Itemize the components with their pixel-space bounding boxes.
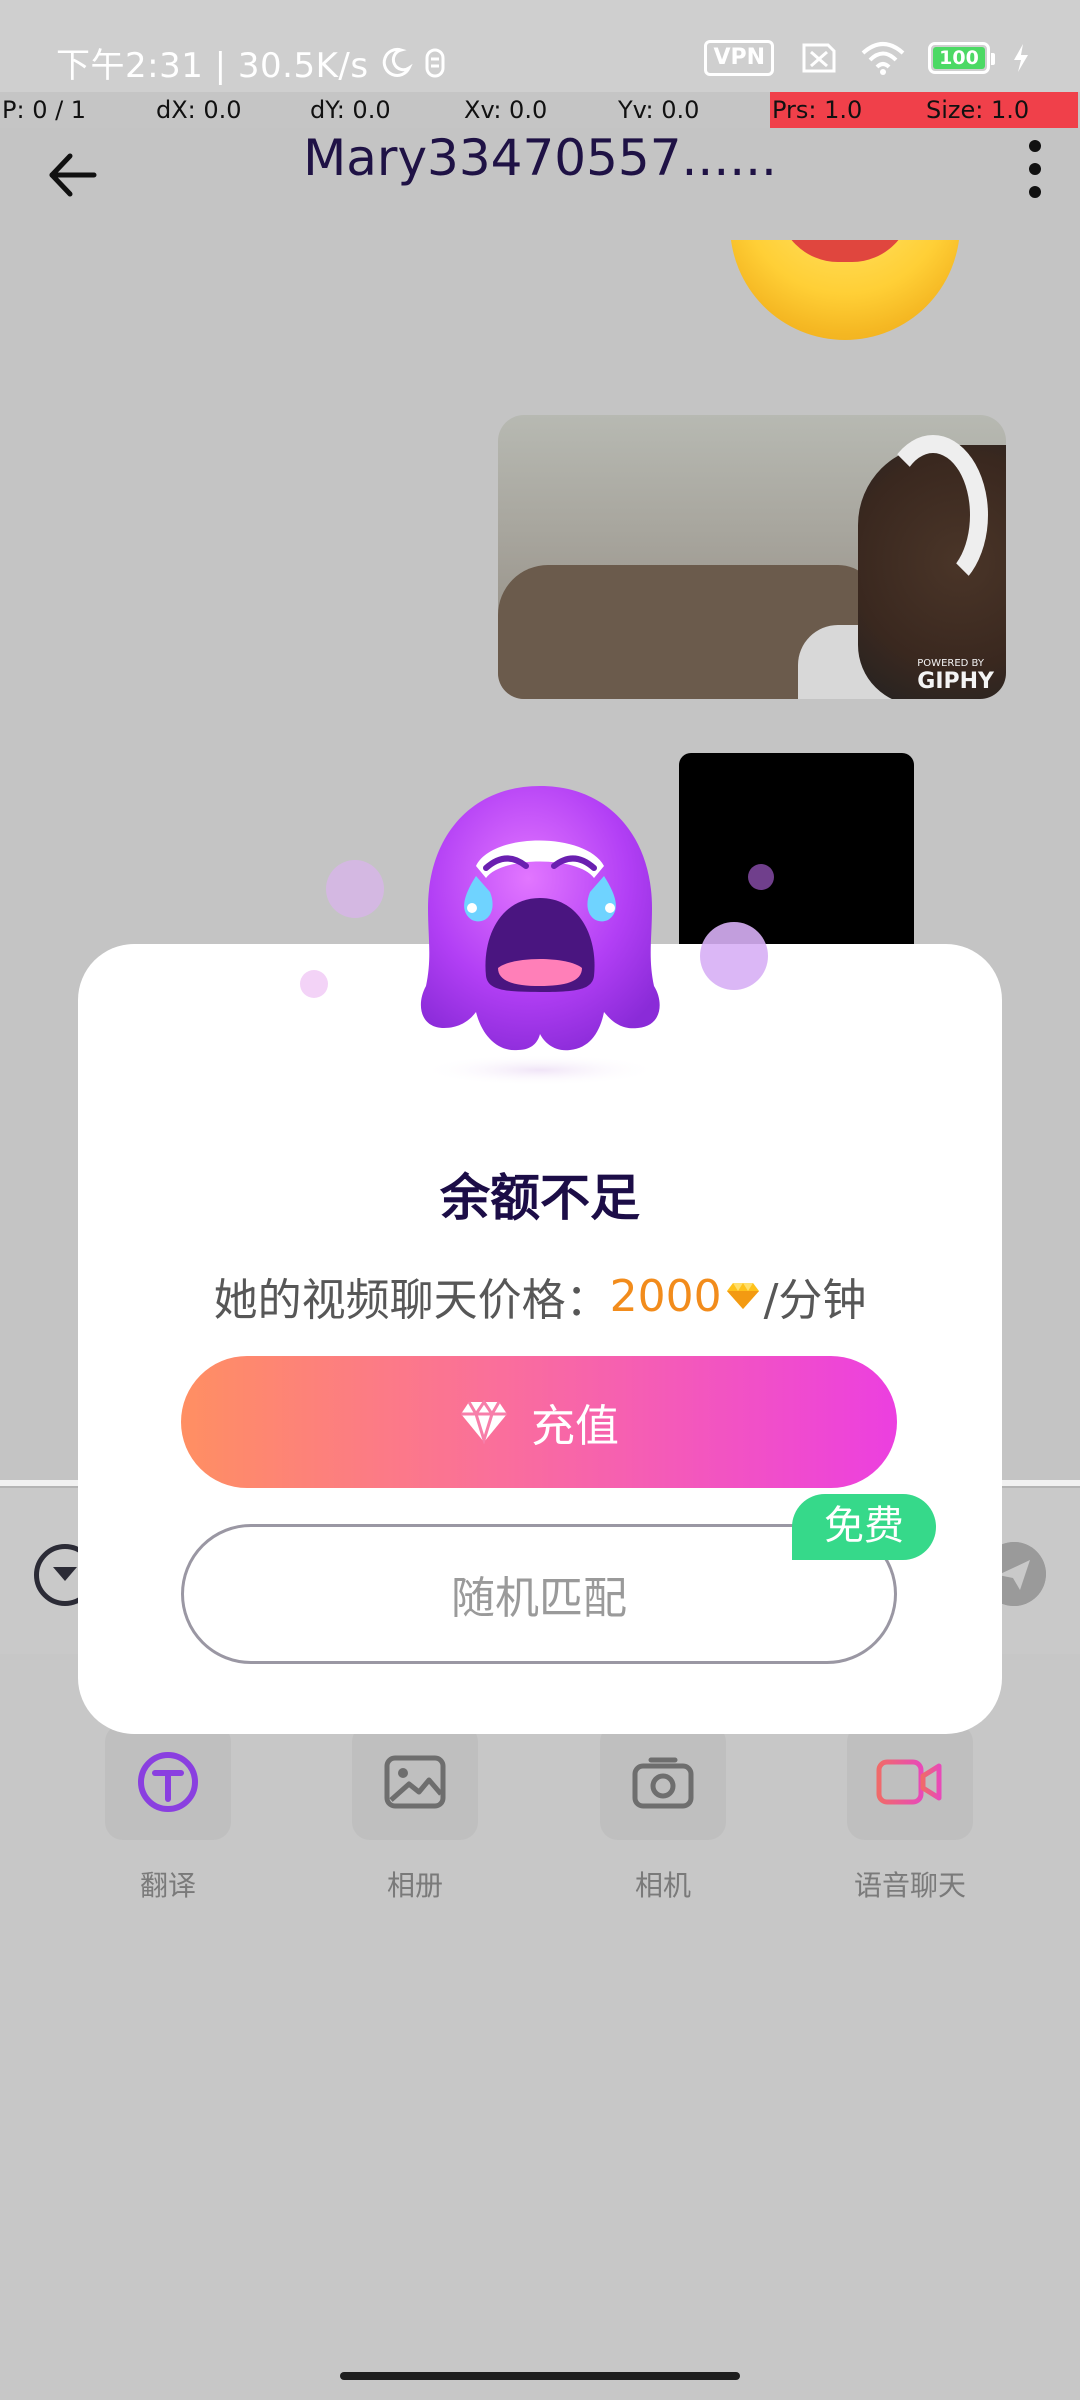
emoji-sticker-message[interactable] (730, 240, 960, 340)
status-bar: 下午2:31 | 30.5K/s VPN 100 (0, 0, 1080, 92)
decor-bubble (300, 970, 328, 998)
debug-pointer-count: P: 0 / 1 (2, 96, 87, 124)
video-chat-button[interactable] (847, 1724, 973, 1840)
pointer-debug-bar: P: 0 / 1 dX: 0.0 dY: 0.0 Xv: 0.0 Yv: 0.0… (0, 92, 1080, 128)
camera-icon (632, 1757, 694, 1809)
toolbar-translate[interactable]: 翻译 (68, 1724, 268, 1904)
free-badge: 免费 (792, 1494, 936, 1560)
more-options-icon[interactable] (1020, 134, 1050, 204)
toolbar-label-video-chat: 语音聊天 (853, 1869, 966, 1902)
recharge-button[interactable]: 充值 (181, 1356, 897, 1488)
chat-toolbar: 翻译 相册 相机 语音聊天 (0, 1654, 1080, 2400)
status-right: VPN 100 (704, 40, 1030, 76)
crying-ghost-mascot (420, 786, 660, 1086)
gif-headphone (878, 435, 988, 595)
no-sim-icon (802, 43, 836, 73)
gallery-button[interactable] (352, 1724, 478, 1840)
wifi-icon (861, 42, 905, 75)
battery-icon: 100 (928, 42, 995, 74)
video-chat-price: 她的视频聊天价格： 2000 /分钟 (78, 1264, 1002, 1328)
debug-dx: dX: 0.0 (156, 96, 242, 124)
price-value: 2000 (609, 1270, 722, 1322)
recharge-label: 充值 (531, 1401, 619, 1452)
moon-icon (382, 47, 413, 77)
debug-pressure: Prs: 1.0 (770, 92, 924, 128)
price-suffix: /分钟 (763, 1275, 867, 1326)
gem-icon (461, 1400, 507, 1444)
decor-bubble (748, 864, 774, 890)
toolbar-gallery[interactable]: 相册 (315, 1724, 515, 1904)
random-match-button[interactable]: 随机匹配 (181, 1524, 897, 1664)
debug-size: Size: 1.0 (924, 92, 1078, 128)
price-prefix: 她的视频聊天价格： (213, 1275, 610, 1326)
charging-icon (1014, 44, 1028, 72)
chat-header: Mary33470557...... (0, 128, 1080, 240)
debug-dy: dY: 0.0 (310, 96, 391, 124)
camera-button[interactable] (600, 1724, 726, 1840)
random-match-label: 随机匹配 (451, 1573, 627, 1624)
decor-bubble (326, 860, 384, 918)
status-time-speed: 下午2:31 | 30.5K/s (56, 46, 369, 86)
battery-level: 100 (933, 47, 985, 69)
emoji-mouth (778, 240, 912, 262)
debug-xv: Xv: 0.0 (464, 96, 548, 124)
translate-icon (138, 1752, 198, 1812)
giphy-brand: GIPHY (917, 669, 994, 694)
translate-button[interactable] (105, 1724, 231, 1840)
chat-title: Mary33470557...... (303, 129, 777, 187)
toolbar-label-gallery: 相册 (386, 1869, 443, 1902)
gif-message[interactable]: POWERED BY GIPHY (498, 415, 1006, 699)
debug-yv: Yv: 0.0 (618, 96, 700, 124)
gallery-icon (384, 1755, 446, 1809)
status-left: 下午2:31 | 30.5K/s (56, 38, 447, 87)
home-indicator[interactable] (340, 2372, 740, 2380)
toolbar-label-camera: 相机 (634, 1869, 691, 1902)
vpn-icon: VPN (704, 40, 774, 76)
nfc-icon (425, 48, 445, 77)
toolbar-camera[interactable]: 相机 (563, 1724, 763, 1904)
giphy-logo: POWERED BY GIPHY (917, 659, 994, 693)
giphy-powered-by: POWERED BY (917, 658, 984, 669)
toolbar-label-translate: 翻译 (139, 1869, 196, 1902)
video-chat-icon (876, 1759, 942, 1805)
decor-bubble (700, 922, 768, 990)
diamond-icon (726, 1283, 759, 1309)
dialog-title: 余额不足 (440, 1169, 640, 1227)
toolbar-video-chat[interactable]: 语音聊天 (810, 1724, 1010, 1904)
